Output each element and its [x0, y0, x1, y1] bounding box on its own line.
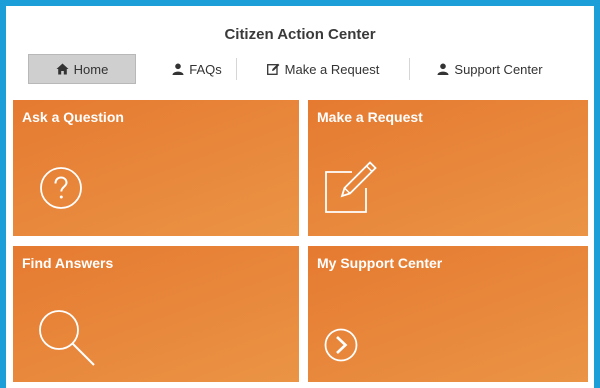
- nav-label-make-request: Make a Request: [284, 61, 380, 77]
- edit-icon: [266, 63, 280, 75]
- home-icon: [56, 63, 69, 75]
- tile-make-request[interactable]: Make a Request: [308, 100, 588, 236]
- user-icon: [172, 63, 184, 75]
- tile-label: Find Answers: [22, 255, 114, 271]
- top-nav: Home FAQs Make a Request Support Center: [28, 54, 576, 84]
- nav-label-home: Home: [73, 61, 109, 77]
- page-title: Citizen Action Center: [224, 26, 376, 43]
- nav-item-support-center[interactable]: Support Center: [410, 54, 570, 84]
- tile-label: Ask a Question: [22, 109, 124, 125]
- question-circle-icon: [39, 166, 83, 215]
- tile-find-answers[interactable]: Find Answers: [13, 246, 299, 382]
- nav-label-faqs: FAQs: [189, 61, 222, 77]
- app-frame: Citizen Action Center Home FAQs Make a R…: [6, 6, 594, 388]
- nav-item-home[interactable]: Home: [28, 54, 136, 84]
- tile-my-support-center[interactable]: My Support Center: [308, 246, 588, 382]
- tile-label: Make a Request: [317, 109, 423, 125]
- edit-square-icon: [322, 158, 380, 221]
- tile-ask-question[interactable]: Ask a Question: [13, 100, 299, 236]
- magnifier-icon: [37, 308, 99, 375]
- nav-item-faqs[interactable]: FAQs: [158, 54, 236, 84]
- chevron-right-circle-icon: [324, 328, 358, 367]
- nav-item-make-request[interactable]: Make a Request: [237, 54, 409, 84]
- user-icon: [437, 63, 449, 75]
- tile-label: My Support Center: [317, 255, 443, 271]
- nav-label-support-center: Support Center: [454, 61, 543, 77]
